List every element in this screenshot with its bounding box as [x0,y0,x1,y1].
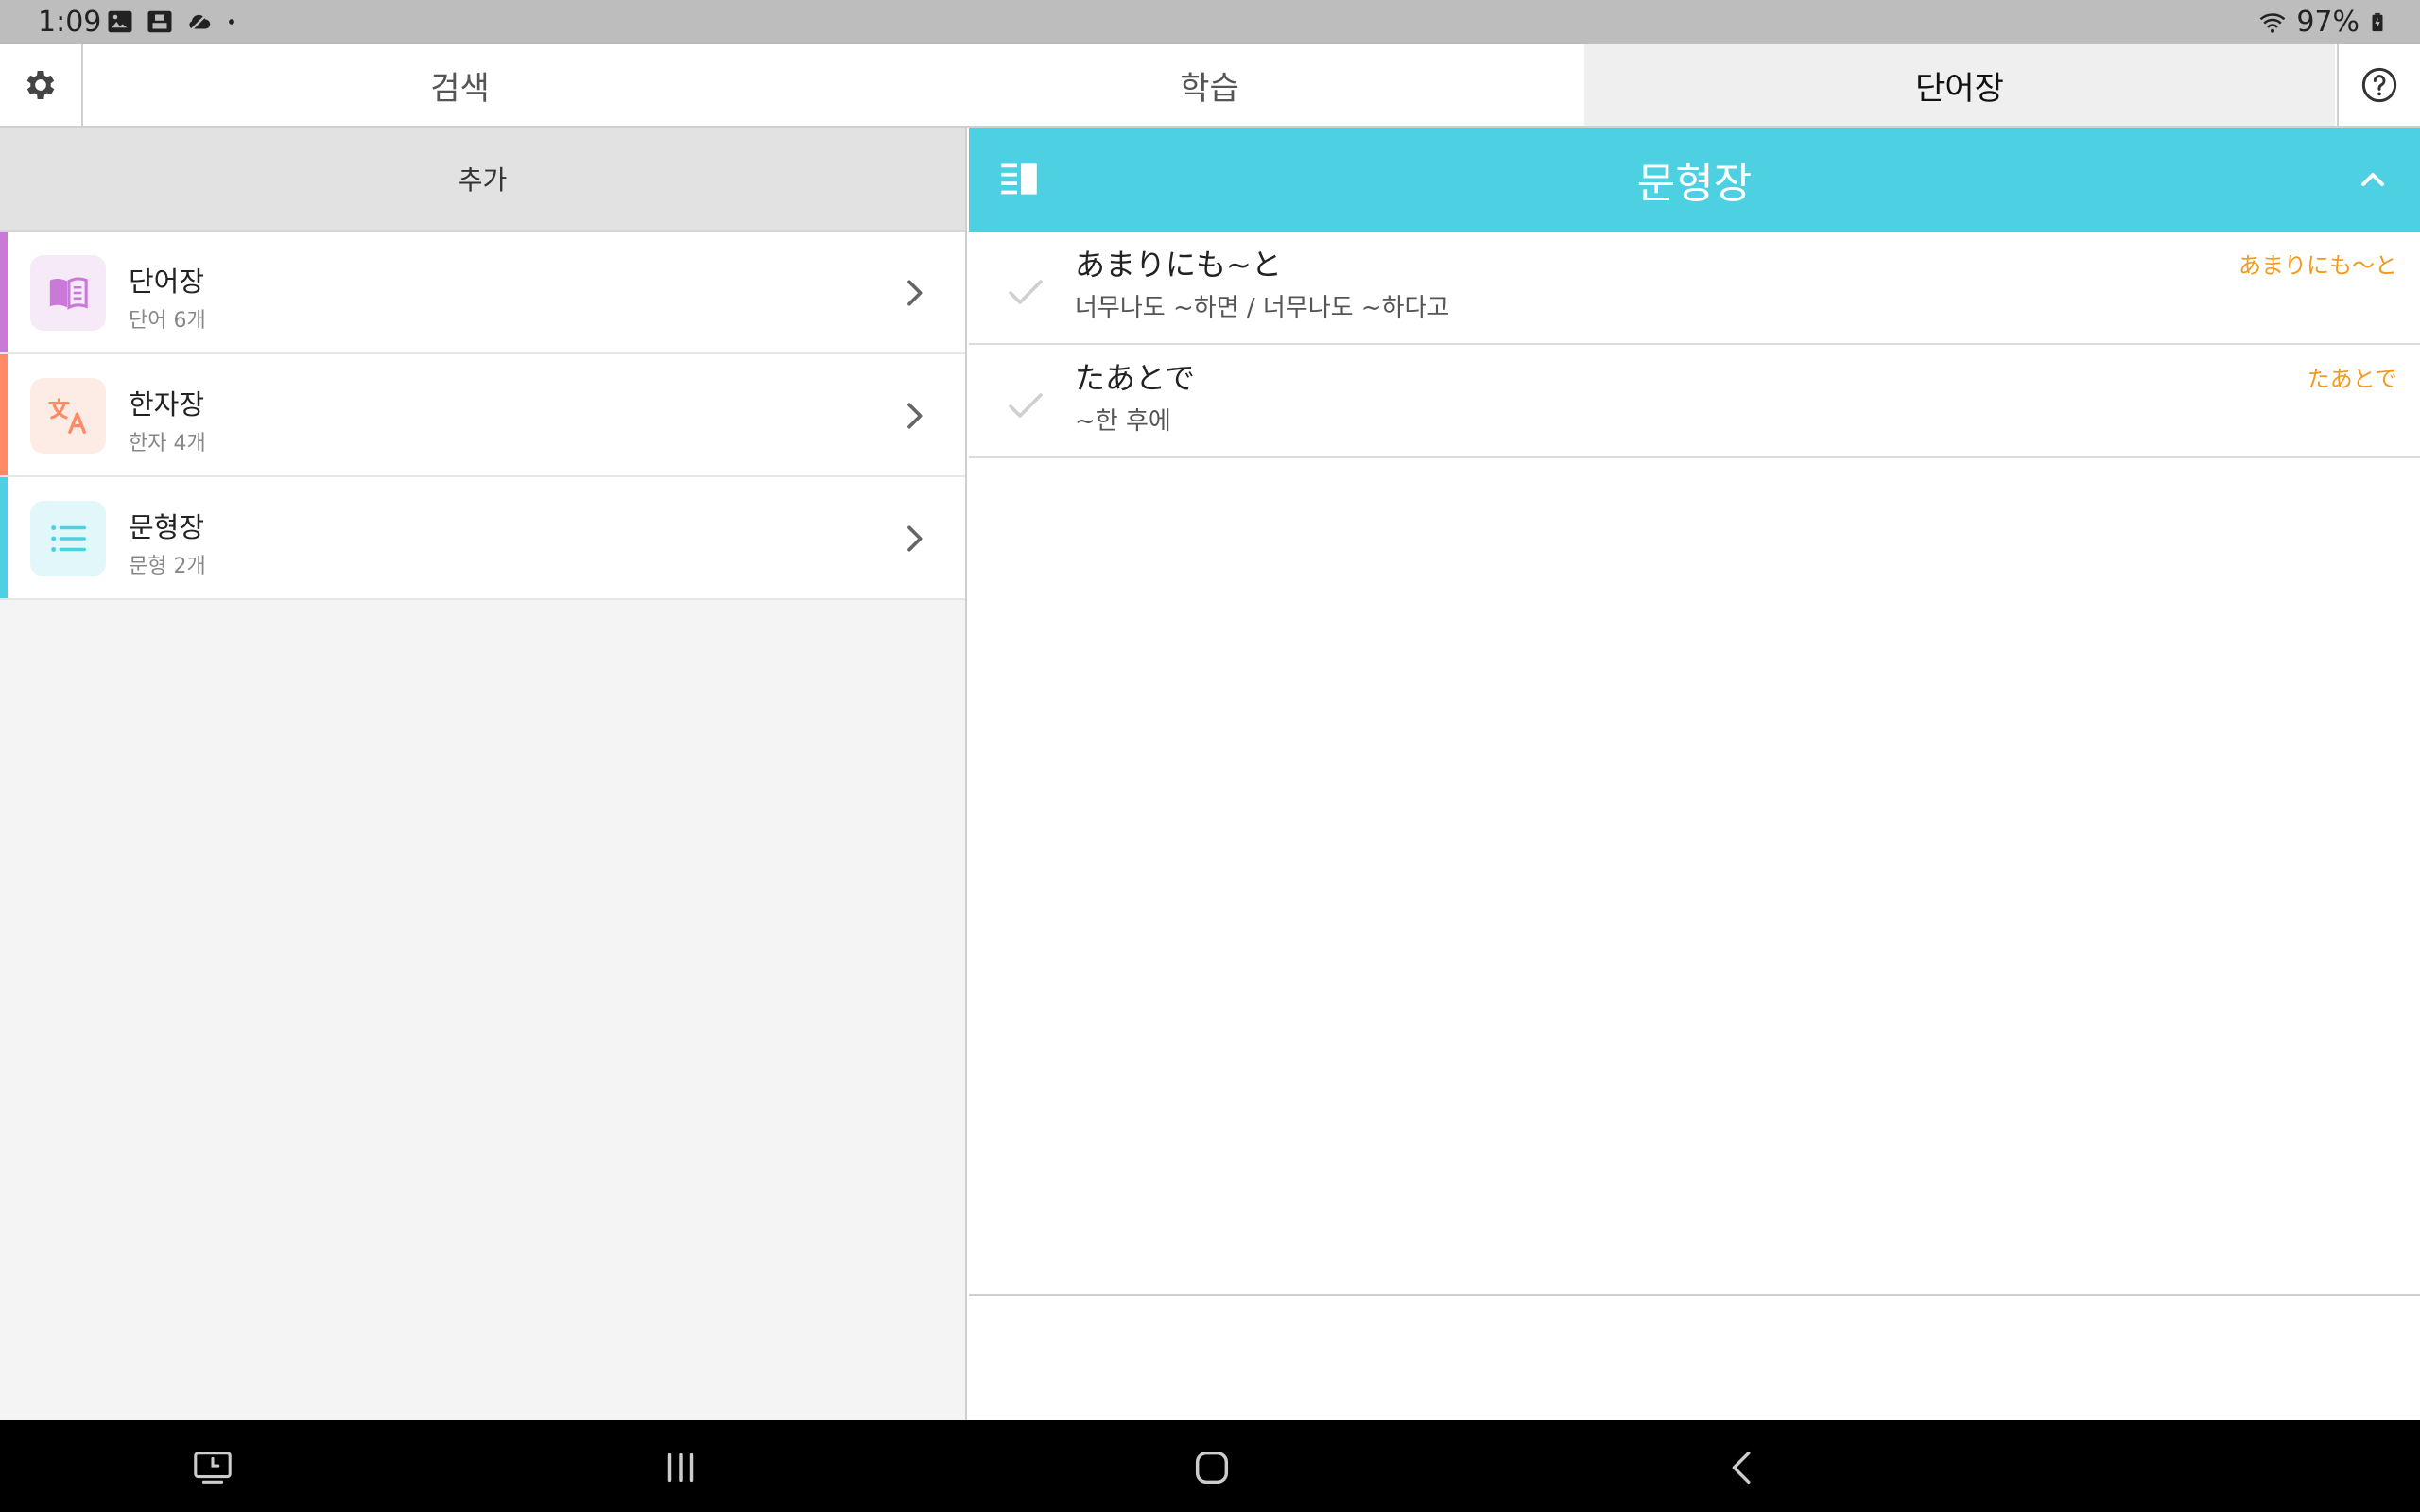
pattern-header: 문형장 [969,128,2420,232]
entry-japanese: あまりにも~と [1075,247,1282,283]
back-button[interactable] [1715,1439,1772,1496]
item-accent-bar [0,477,8,598]
item-title: 문형장 [129,511,205,543]
battery-percent: 97% [2296,6,2360,39]
pattern-entry[interactable]: あまりにも~と 너무나도 ~하면 / 너무나도 ~하다고 あまりにも〜と [969,232,2420,345]
collection-item-kanjibook[interactable]: 한자장 한자 4개 [0,354,965,477]
item-subtitle: 단어 6개 [129,309,206,333]
item-subtitle: 한자 4개 [129,432,206,455]
item-subtitle: 문형 2개 [129,555,206,578]
check-icon[interactable] [1003,269,1048,315]
status-notification-icons [106,8,238,36]
list-icon [51,525,86,552]
home-icon [1195,1451,1229,1485]
help-icon [2361,67,2397,103]
book-icon [49,277,88,310]
item-title: 한자장 [129,388,205,421]
chevron-up-icon[interactable] [2354,161,2392,198]
footer-divider [969,1294,2420,1296]
entry-reading: あまりにも〜と [2238,252,2397,279]
recent-apps-icon [667,1452,694,1483]
screen-recorder-icon [147,10,172,33]
item-icon-box [30,501,106,576]
screen-recorder-nav-button[interactable] [184,1439,241,1496]
check-icon[interactable] [1003,383,1048,428]
left-panel: 추가 단어장 단어 6개 한자장 한자 4개 문형장 문형 2개 [0,128,967,1512]
collection-list: 단어장 단어 6개 한자장 한자 4개 문형장 문형 2개 [0,232,965,600]
help-button[interactable] [2337,44,2420,126]
back-icon [1732,1451,1751,1485]
gear-icon [26,71,55,99]
entry-meaning: ~한 후에 [1075,407,1171,436]
top-tab-bar: 검색 학습 단어장 [0,44,2420,128]
settings-button[interactable] [0,44,83,126]
item-icon-box [30,378,106,454]
battery-charging-icon [2372,12,2383,31]
monitor-clock-icon [194,1452,232,1484]
system-nav-bar [0,1420,2420,1512]
tab-study[interactable]: 학습 [835,44,1584,126]
status-right: 97% [2256,6,2388,39]
right-panel: 문형장 あまりにも~と 너무나도 ~하면 / 너무나도 ~하다고 あまりにも〜と… [969,128,2420,1420]
entry-reading: たあとで [2307,366,2397,392]
tab-wordbook[interactable]: 단어장 [1584,44,2335,126]
chevron-right-icon [908,403,923,429]
status-time: 1:09 [38,6,102,39]
status-bar: 1:09 97% [0,0,2420,44]
sidebar-toggle-icon[interactable] [995,156,1043,203]
entry-meaning: 너무나도 ~하면 / 너무나도 ~하다고 [1075,294,1450,322]
cloud-off-icon [189,11,211,32]
collection-item-patternbook[interactable]: 문형장 문형 2개 [0,477,965,600]
item-icon-box [30,255,106,331]
wifi-icon [2259,12,2286,33]
chevron-right-icon [908,280,923,306]
collection-item-wordbook[interactable]: 단어장 단어 6개 [0,232,965,354]
item-accent-bar [0,354,8,475]
item-accent-bar [0,232,8,352]
pattern-entry[interactable]: たあとで ~한 후에 たあとで [969,345,2420,458]
item-title: 단어장 [129,266,205,298]
more-notifications-dot-icon [229,19,234,25]
chevron-right-icon [908,525,923,552]
translate-icon [48,398,86,434]
entry-japanese: たあとで [1075,360,1196,396]
gallery-icon [108,10,132,33]
add-button[interactable]: 추가 [0,128,965,232]
home-button[interactable] [1184,1439,1240,1496]
tab-search[interactable]: 검색 [85,44,835,126]
panel-title: 문형장 [1636,160,1753,208]
recent-apps-button[interactable] [652,1439,709,1496]
